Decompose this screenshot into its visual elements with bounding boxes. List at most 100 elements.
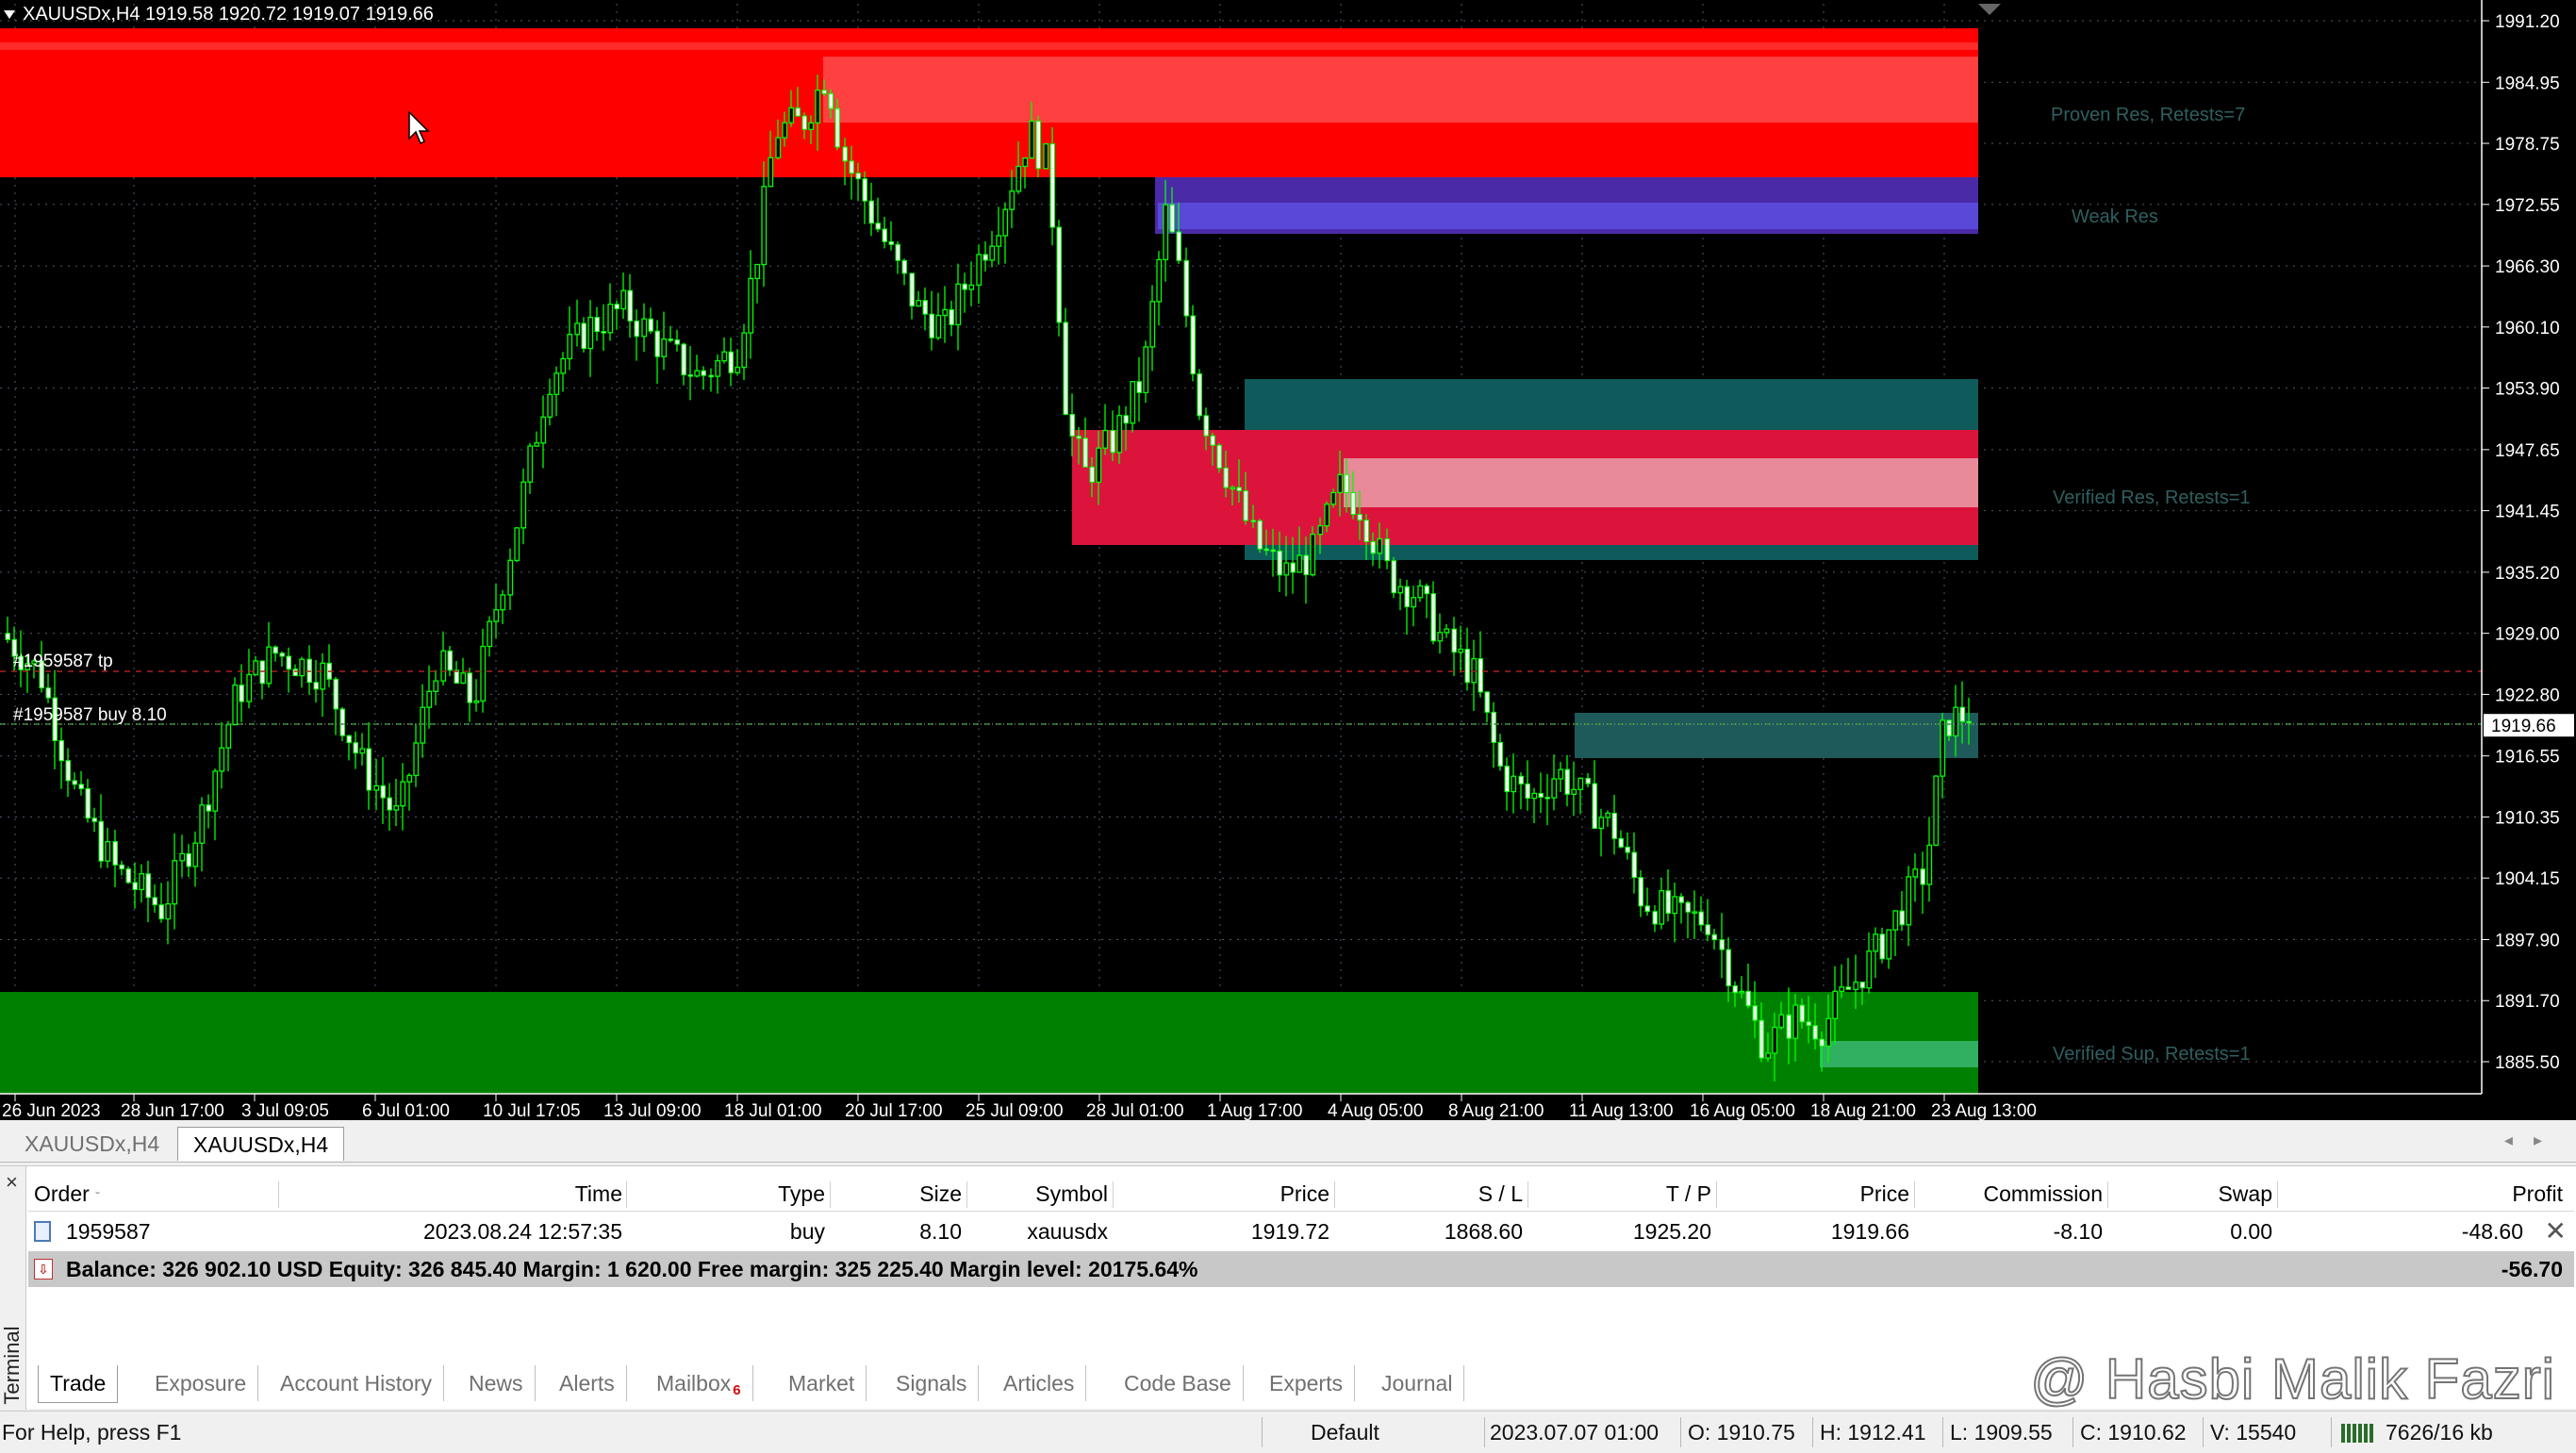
zone-proven-res-band [0,42,1978,50]
status-volume: V: 15540 [2210,1420,2297,1445]
tab-journal[interactable]: Journal [1370,1365,1465,1401]
price-label-10: 1929.00 [2495,625,2560,645]
price-label-2: 1978.75 [2495,135,2560,155]
tab-market[interactable]: Market [777,1365,867,1401]
price-label-5: 1960.10 [2495,319,2560,338]
tab-alerts[interactable]: Alerts [548,1365,627,1401]
col-current-price[interactable]: Price [1726,1176,1909,1212]
buy-label: #1959587 buy 8.10 [13,705,167,725]
time-label-15: 18 Aug 21:00 [1810,1101,1916,1120]
tab-exposure[interactable]: Exposure [143,1365,259,1401]
time-label-12: 8 Aug 21:00 [1448,1101,1544,1120]
row-time: 2023.08.24 12:57:35 [422,1219,622,1244]
col-price[interactable]: Price [1122,1176,1329,1212]
price-label-15: 1897.90 [2495,931,2560,950]
chart-header: XAUUSDx,H4 1919.58 1920.72 1919.07 1919.… [4,4,434,25]
tab-signals[interactable]: Signals [884,1365,980,1401]
tab-code-base[interactable]: Code Base [1113,1365,1244,1401]
symbol-ohlc-label: XAUUSDx,H4 1919.58 1920.72 1919.07 1919.… [23,4,434,25]
col-profit[interactable]: Profit [2282,1176,2563,1212]
position-icon [34,1221,51,1242]
row-tp[interactable]: 1925.20 [1537,1214,1711,1249]
col-tp[interactable]: T / P [1537,1176,1711,1212]
status-profile[interactable]: Default [1311,1412,1379,1453]
row-symbol: xauusdx [1027,1219,1108,1244]
price-label-8: 1941.45 [2495,503,2560,522]
status-bar: For Help, press F1 Default 2023.07.07 01… [0,1411,2576,1452]
zone-weak-res-inner [1158,203,1978,229]
time-label-5: 13 Jul 09:00 [603,1101,702,1120]
col-commission[interactable]: Commission [1924,1176,2103,1212]
zone-label-1: Weak Res [2072,206,2158,227]
price-label-9: 1935.20 [2495,564,2560,584]
chart-tab-2[interactable]: XAUUSDx,H4 [177,1127,345,1161]
chart-tab-bar: XAUUSDx,H4 XAUUSDx,H4 ◂▸ [0,1125,2576,1163]
col-order[interactable]: Order ˇ [34,1176,100,1214]
status-traffic: 7626/16 kb [2386,1420,2493,1445]
row-profit: -48.60 [2461,1219,2523,1244]
scroll-left-icon[interactable]: ◂ [2504,1131,2534,1149]
watermark-text: @ Hasbi Malik Fazri [2029,1346,2555,1412]
zone-verified-sup [0,992,1978,1094]
chart-menu-triangle-icon[interactable] [4,10,15,20]
chart-window[interactable]: Proven Res, Retests=7 Weak Res Verified Re… [0,0,2576,1120]
col-swap[interactable]: Swap [2112,1176,2272,1212]
col-size[interactable]: Size [839,1176,962,1212]
price-label-1: 1984.95 [2495,74,2560,93]
tab-scroll-arrows[interactable]: ◂▸ [2504,1131,2563,1150]
price-label-16: 1891.70 [2495,992,2560,1012]
chart-tab-1[interactable]: XAUUSDx,H4 [9,1127,174,1161]
trade-table-header: Order ˇ Time Type Size Symbol Price S / … [28,1176,2574,1212]
table-row[interactable]: 1959587 2023.08.24 12:57:35 buy 8.10 xau… [28,1214,2574,1249]
close-position-icon[interactable]: ✕ [2545,1214,2567,1249]
balance-total-profit: -56.70 [2501,1257,2563,1281]
mouse-cursor-icon [408,110,430,145]
row-current-price: 1919.66 [1830,1219,1909,1244]
time-label-6: 18 Jul 01:00 [724,1101,822,1120]
terminal-sidebar: × Terminal [0,1166,26,1410]
time-label-9: 28 Jul 01:00 [1086,1101,1184,1120]
col-time[interactable]: Time [387,1176,622,1212]
chart-shift-marker-icon [1978,4,2001,15]
time-label-11: 4 Aug 05:00 [1328,1101,1423,1120]
row-type: buy [789,1219,825,1244]
zone-verified-sup-inner [1820,1041,1978,1067]
row-price: 1919.72 [1250,1219,1329,1244]
time-label-4: 10 Jul 17:05 [483,1101,581,1120]
time-label-0: 26 Jun 2023 [2,1101,101,1120]
scroll-right-icon[interactable]: ▸ [2534,1131,2563,1149]
tab-news[interactable]: News [457,1365,536,1401]
close-terminal-icon[interactable]: × [6,1170,18,1195]
tab-account-history[interactable]: Account History [269,1365,445,1401]
status-datetime: 2023.07.07 01:00 [1490,1420,1660,1445]
time-label-1: 28 Jun 17:00 [121,1101,224,1120]
mailbox-badge: 6 [733,1382,741,1398]
tab-trade[interactable]: Trade [38,1365,119,1403]
status-help: For Help, press F1 [2,1420,182,1445]
time-label-13: 11 Aug 13:00 [1569,1101,1674,1120]
zones-layer [0,28,1978,1094]
order-lines: Proven Res, Retests=7 Weak Res Verified Re… [0,105,2482,1065]
time-label-2: 3 Jul 09:05 [241,1101,329,1120]
price-label-13: 1910.35 [2495,808,2560,828]
price-label-3: 1972.55 [2495,196,2560,216]
zone-verified-res-inner [1344,458,1978,507]
col-symbol[interactable]: Symbol [971,1176,1108,1212]
row-sl[interactable]: 1868.60 [1339,1214,1523,1249]
tab-mailbox[interactable]: Mailbox 6 [645,1365,753,1401]
price-label-6: 1953.90 [2495,380,2560,400]
price-label-0: 1991.20 [2495,12,2560,32]
price-chart[interactable]: Proven Res, Retests=7 Weak Res Verified Re… [0,0,2576,1120]
time-label-7: 20 Jul 17:00 [845,1101,943,1120]
zone-label-3: Verified Sup, Retests=1 [2053,1044,2251,1065]
tab-articles[interactable]: Articles [992,1365,1087,1401]
col-sl[interactable]: S / L [1339,1176,1523,1212]
tab-experts[interactable]: Experts [1258,1365,1355,1401]
col-type[interactable]: Type [632,1176,825,1212]
status-high: H: 1912.41 [1820,1420,1926,1445]
zone-support-teal [1575,713,1978,758]
row-swap: 0.00 [2230,1219,2272,1244]
time-label-14: 16 Aug 05:00 [1690,1101,1795,1120]
row-order: 1959587 [66,1219,151,1244]
balance-summary: Balance: 326 902.10 USD Equity: 326 845.… [66,1257,1198,1281]
